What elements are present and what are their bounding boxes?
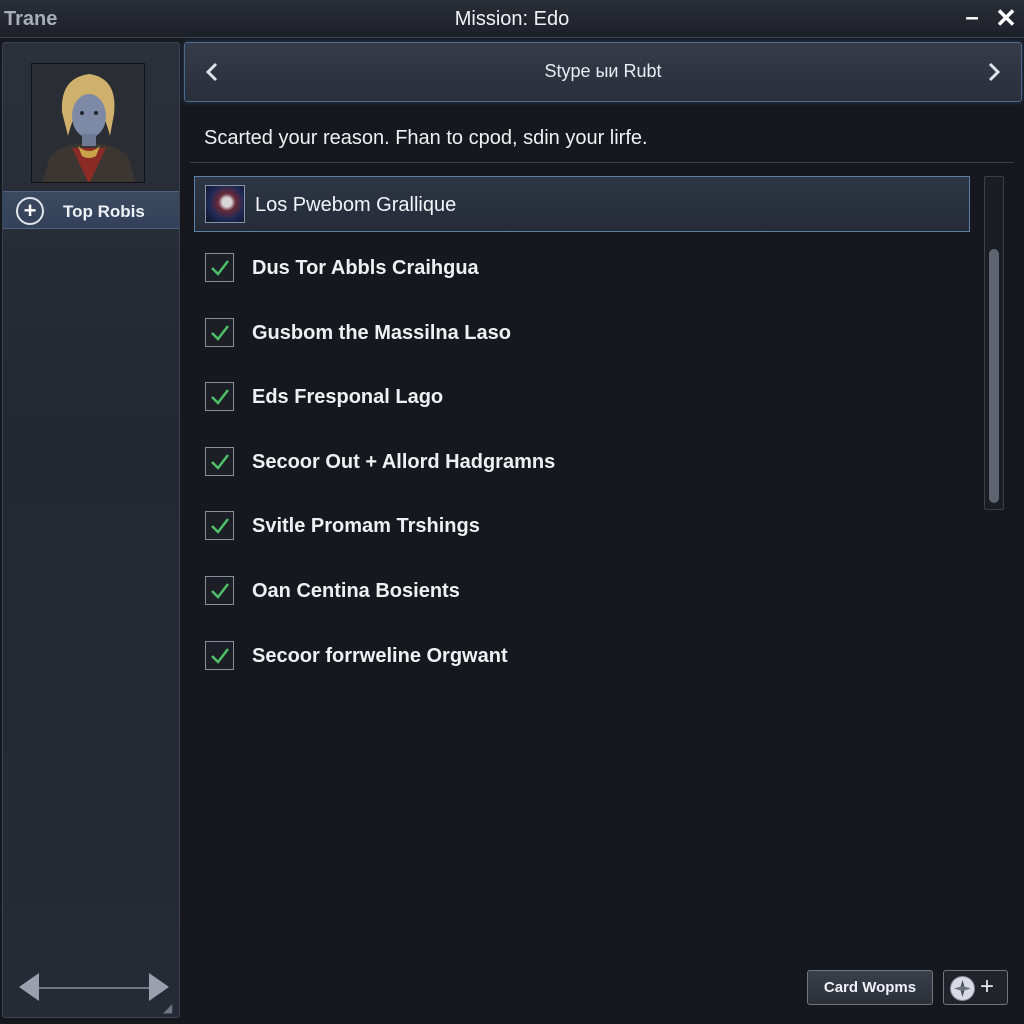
check-icon: [211, 583, 229, 599]
add-compass-button[interactable]: +: [943, 970, 1008, 1005]
list-scrollbar[interactable]: [984, 176, 1004, 510]
checkbox[interactable]: [205, 447, 234, 476]
window-title: Mission: Edo: [454, 8, 570, 30]
list-item-label: Oan Centina Bosients: [252, 580, 460, 602]
close-button[interactable]: ✕: [992, 3, 1020, 33]
sidebar-item-label: Top Robis: [63, 202, 145, 221]
header-title: Stype ыи Rubt: [544, 61, 662, 81]
list-item-label: Eds Fresponal Lago: [252, 386, 444, 408]
sidebar: + Top Robis ◢: [2, 42, 180, 1018]
item-thumbnail: [205, 185, 245, 223]
app-name: Trane: [4, 8, 58, 30]
plus-circle-icon: +: [16, 197, 44, 225]
header-bar: Stype ыи Rubt: [184, 42, 1022, 102]
check-icon: [211, 454, 229, 470]
list-item[interactable]: Eds Fresponal Lago: [194, 371, 970, 421]
list-item[interactable]: Secoor Out + Allord Hadgramns: [194, 436, 970, 486]
scrollbar-thumb[interactable]: [989, 249, 999, 503]
sidebar-item-top-robis[interactable]: + Top Robis: [3, 191, 179, 229]
check-icon: [211, 389, 229, 405]
list-item-label: Svitle Promam Trshings: [252, 515, 480, 537]
check-icon: [211, 648, 229, 664]
character-portrait[interactable]: [31, 63, 145, 183]
card-button[interactable]: Card Wopms: [807, 970, 933, 1005]
check-icon: [211, 260, 229, 276]
sidebar-scroll-right-arrow-icon[interactable]: [149, 973, 169, 1001]
checkbox[interactable]: [205, 511, 234, 540]
checkbox[interactable]: [205, 318, 234, 347]
list-item-label: Secoor Out + Allord Hadgramns: [252, 451, 556, 473]
check-icon: [211, 518, 229, 534]
list-item-label: Gusbom the Massilna Laso: [252, 322, 511, 344]
list-item-label: Secoor forrweline Orgwant: [252, 645, 508, 667]
prompt-text: Scarted your reason. Fhan to cpod, sdin …: [204, 127, 648, 149]
list-item-label: Dus Tor Abbls Craihgua: [252, 257, 479, 279]
list-item[interactable]: Svitle Promam Trshings: [194, 500, 970, 550]
divider: [190, 162, 1014, 163]
checkbox[interactable]: [205, 641, 234, 670]
portrait-image: [32, 64, 144, 182]
checkbox[interactable]: [205, 576, 234, 605]
check-icon: [211, 325, 229, 341]
checkbox[interactable]: [205, 253, 234, 282]
chevron-left-icon[interactable]: [197, 57, 227, 87]
list-item[interactable]: Dus Tor Abbls Craihgua: [194, 242, 970, 292]
plus-icon: +: [980, 973, 995, 1000]
chevron-right-icon[interactable]: [979, 57, 1009, 87]
compass-icon: [950, 976, 975, 1001]
sidebar-scroll-left-arrow-icon[interactable]: [19, 973, 39, 1001]
checkbox[interactable]: [205, 382, 234, 411]
title-bar: Trane Mission: Edo – ✕: [0, 0, 1024, 38]
sidebar-scroll-track[interactable]: [39, 987, 149, 989]
list-item[interactable]: Gusbom the Massilna Laso: [194, 307, 970, 357]
selected-item-label: Los Pwebom Grallique: [255, 194, 457, 216]
minimize-button[interactable]: –: [958, 4, 986, 32]
list-item[interactable]: Secoor forrweline Orgwant: [194, 630, 970, 680]
list-item[interactable]: Oan Centina Bosients: [194, 565, 970, 615]
resize-grip-icon[interactable]: ◢: [163, 1001, 172, 1015]
selected-list-item[interactable]: Los Pwebom Grallique: [194, 176, 970, 232]
